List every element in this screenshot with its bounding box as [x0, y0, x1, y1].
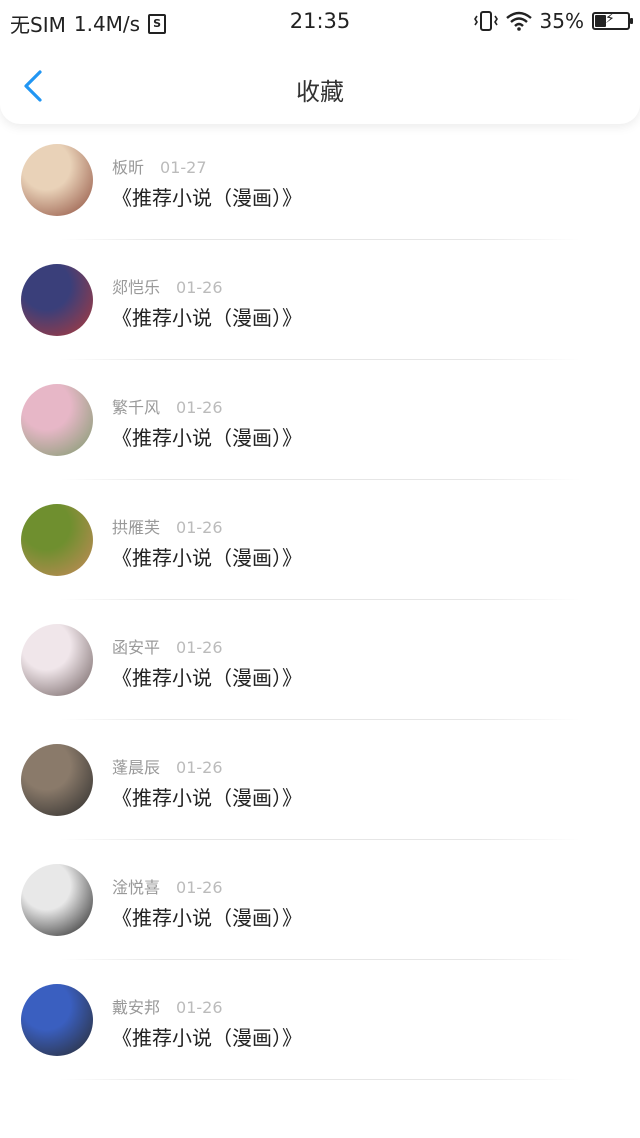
item-title[interactable]: 《推荐小说（漫画）》 [112, 302, 302, 331]
avatar[interactable] [21, 144, 93, 216]
favorites-list: 濮梓玺01-27《推荐小说（漫画）》板昕01-27《推荐小说（漫画）》郯恺乐01… [0, 24, 640, 1080]
list-item[interactable]: 戴安邦 01-26 《推荐小说（漫画）》 [0, 960, 640, 1080]
author-row: 郯恺乐 01-26 [112, 274, 223, 298]
post-date: 01-26 [176, 998, 223, 1017]
avatar[interactable] [21, 264, 93, 336]
post-date: 01-26 [176, 638, 223, 657]
item-title[interactable]: 《推荐小说（漫画）》 [112, 662, 302, 691]
item-title[interactable]: 《推荐小说（漫画）》 [112, 182, 302, 211]
author-name: 郯恺乐 [112, 278, 161, 297]
author-row: 淦悦喜 01-26 [112, 874, 223, 898]
page-title: 收藏 [296, 78, 344, 106]
post-date: 01-26 [176, 758, 223, 777]
author-name: 繁千风 [112, 398, 161, 417]
author-row: 繁千风 01-26 [112, 394, 223, 418]
author-name: 板昕 [112, 158, 145, 177]
avatar[interactable] [21, 384, 93, 456]
author-row: 蓬晨辰 01-26 [112, 754, 223, 778]
status-bar: 无SIM 1.4M/s S 21:35 35% ⚡ [0, 0, 640, 44]
battery-icon: ⚡ [592, 11, 633, 30]
author-row: 函安平 01-26 [112, 634, 223, 658]
charging-bolt-icon: ⚡ [605, 11, 615, 27]
list-item[interactable]: 淦悦喜 01-26 《推荐小说（漫画）》 [0, 840, 640, 960]
item-title[interactable]: 《推荐小说（漫画）》 [112, 902, 302, 931]
list-item[interactable]: 繁千风 01-26 《推荐小说（漫画）》 [0, 360, 640, 480]
avatar[interactable] [21, 984, 93, 1056]
item-title[interactable]: 《推荐小说（漫画）》 [112, 782, 302, 811]
list-item[interactable]: 郯恺乐 01-26 《推荐小说（漫画）》 [0, 240, 640, 360]
battery-percent: 35% [539, 9, 584, 33]
list-item[interactable]: 蓬晨辰 01-26 《推荐小说（漫画）》 [0, 720, 640, 840]
post-date: 01-26 [176, 278, 223, 297]
list-item[interactable]: 板昕 01-27 《推荐小说（漫画）》 [0, 120, 640, 240]
author-name: 淦悦喜 [112, 878, 161, 897]
author-row: 板昕 01-27 [112, 154, 207, 178]
item-title[interactable]: 《推荐小说（漫画）》 [112, 1022, 302, 1051]
author-name: 函安平 [112, 638, 161, 657]
author-row: 拱雁芙 01-26 [112, 514, 223, 538]
vibrate-icon [473, 11, 498, 31]
author-name: 蓬晨辰 [112, 758, 161, 777]
avatar[interactable] [21, 624, 93, 696]
nav-bar: 收藏 [0, 44, 640, 124]
post-date: 01-26 [176, 518, 223, 537]
item-title[interactable]: 《推荐小说（漫画）》 [112, 422, 302, 451]
avatar[interactable] [21, 864, 93, 936]
avatar[interactable] [21, 744, 93, 816]
list-item[interactable]: 函安平 01-26 《推荐小说（漫画）》 [0, 600, 640, 720]
divider [60, 1079, 580, 1080]
post-date: 01-27 [160, 158, 207, 177]
favorites-screen: 无SIM 1.4M/s S 21:35 35% ⚡ 收藏 板昕 01-27 《推… [0, 0, 640, 1138]
post-date: 01-26 [176, 398, 223, 417]
avatar[interactable] [21, 504, 93, 576]
item-title[interactable]: 《推荐小说（漫画）》 [112, 542, 302, 571]
list-item[interactable]: 拱雁芙 01-26 《推荐小说（漫画）》 [0, 480, 640, 600]
author-name: 戴安邦 [112, 998, 161, 1017]
author-row: 戴安邦 01-26 [112, 994, 223, 1018]
wifi-icon [505, 11, 532, 31]
status-right: 35% ⚡ [473, 9, 633, 33]
post-date: 01-26 [176, 878, 223, 897]
author-name: 拱雁芙 [112, 518, 161, 537]
